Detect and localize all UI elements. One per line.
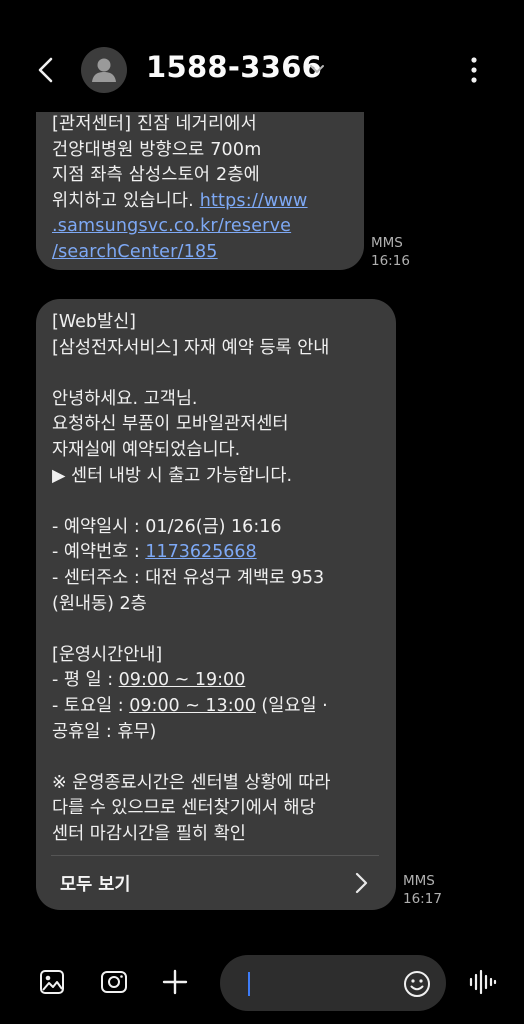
composer-bar — [0, 950, 524, 1024]
reservation-number-link[interactable]: 1173625668 — [145, 542, 256, 562]
message-bubble[interactable]: [관저센터] 진잠 네거리에서 건양대병원 방향으로 700m 지점 좌측 삼성… — [36, 92, 364, 270]
message-input[interactable] — [220, 955, 446, 1011]
more-vertical-icon[interactable] — [460, 52, 488, 88]
text-caret — [248, 972, 250, 996]
message-bubble[interactable]: [Web발신] [삼성전자서비스] 자재 예약 등록 안내 안녕하세요. 고객님… — [36, 299, 396, 910]
chevron-down-icon[interactable] — [306, 58, 328, 80]
message-meta: MMS 16:16 — [371, 234, 410, 270]
voice-waveform-icon[interactable] — [466, 966, 498, 998]
chevron-right-icon — [355, 872, 368, 894]
emoji-icon[interactable] — [402, 969, 432, 999]
view-all-label: 모두 보기 — [60, 875, 131, 895]
message-time: 16:16 — [371, 253, 410, 269]
message-type: MMS — [371, 235, 403, 251]
message-text: [Web발신] [삼성전자서비스] 자재 예약 등록 안내 안녕하세요. 고객님… — [52, 312, 331, 844]
conversation-screen: [관저센터] 진잠 네거리에서 건양대병원 방향으로 700m 지점 좌측 삼성… — [0, 0, 524, 1024]
message-type: MMS — [403, 873, 435, 889]
chevron-left-icon[interactable] — [26, 50, 66, 90]
view-all-button[interactable]: 모두 보기 — [36, 856, 396, 910]
contact-name[interactable]: 1588-3366 — [146, 50, 322, 84]
message-text: [관저센터] 진잠 네거리에서 건양대병원 방향으로 700m 지점 좌측 삼성… — [52, 114, 308, 262]
message-meta: MMS 16:17 — [403, 872, 442, 908]
conversation-header: 1588-3366 — [0, 0, 524, 112]
camera-icon[interactable] — [99, 968, 129, 996]
message-time: 16:17 — [403, 891, 442, 907]
person-icon — [92, 58, 116, 82]
avatar[interactable] — [81, 47, 127, 93]
image-icon[interactable] — [38, 968, 66, 996]
plus-icon[interactable] — [160, 967, 190, 997]
